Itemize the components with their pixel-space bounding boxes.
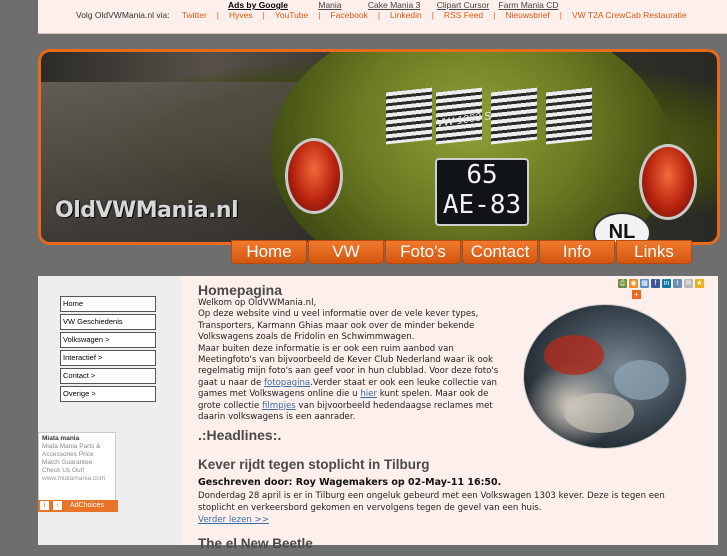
featured-round-image [523, 304, 687, 449]
favorite-icon[interactable]: ★ [695, 279, 704, 288]
follow-linkedin-link[interactable]: Linkedin [390, 10, 422, 20]
follow-crewcab-link[interactable]: VW T2A CrewCab Restauratie [572, 10, 687, 20]
twitter-icon[interactable]: t [673, 279, 682, 288]
sidebar-item-volkswagen[interactable]: Volkswagen > [60, 332, 156, 348]
separator: | [318, 10, 321, 20]
email-icon[interactable]: ✉ [684, 279, 693, 288]
facebook-icon[interactable]: f [651, 279, 660, 288]
ads-by-google-label[interactable]: Ads by Google [228, 0, 288, 10]
share-more-icon[interactable]: + [632, 290, 641, 299]
separator: | [377, 10, 381, 20]
follow-twitter-link[interactable]: Twitter [182, 10, 207, 20]
article-byline: Geschreven door: Roy Wagemakers op 02-Ma… [198, 477, 502, 489]
left-sidebar: Home VW Geschiedenis Volkswagen > Intera… [38, 276, 181, 545]
read-more-link[interactable]: Verder lezen >> [198, 515, 698, 525]
header-banner: VW 1303 S 65 AE-83 NL OldVWMania.nl [38, 49, 720, 245]
engine-grill-mid-right [491, 87, 537, 145]
fotopagina-link[interactable]: fotopagina [264, 378, 310, 388]
side-ad-url[interactable]: www.miatamania.com [42, 475, 112, 483]
linkedin-icon[interactable]: in [662, 279, 671, 288]
nav-tab-home[interactable]: Home [231, 240, 307, 264]
ad-link-farm-mania[interactable]: Farm Mania CD [499, 0, 559, 10]
image-car-blue [614, 360, 669, 400]
nav-tab-contact[interactable]: Contact [462, 240, 538, 264]
tail-light-left [285, 138, 343, 214]
google-ads-row: Ads by Google Mania Cake Mania 3 Clipart… [228, 0, 573, 10]
separator: | [493, 10, 496, 20]
nav-tab-info[interactable]: Info [539, 240, 615, 264]
ad-link-clipart-cursor[interactable]: Clipart Cursor [437, 0, 489, 10]
nav-tab-vw[interactable]: VW [308, 240, 384, 264]
intro-paragraph-1: Welkom op OldVWMania.nl, Op deze website… [198, 298, 479, 343]
sidebar-item-contact[interactable]: Contact > [60, 368, 156, 384]
tail-light-right [639, 144, 697, 220]
license-plate: 65 AE-83 [435, 158, 529, 226]
image-car-red [544, 335, 604, 375]
separator: | [559, 10, 562, 20]
sidebar-menu: Home VW Geschiedenis Volkswagen > Intera… [60, 296, 156, 404]
plate-line-2: AE-83 [442, 190, 522, 220]
follow-label: Volg OldVWMania.nl via: [76, 10, 170, 20]
hier-link[interactable]: hier [360, 389, 377, 399]
sidebar-item-vw-geschiedenis[interactable]: VW Geschiedenis [60, 314, 156, 330]
follow-links-row: Volg OldVWMania.nl via: Twitter | Hyves | Yo… [76, 10, 687, 20]
ad-info-icon[interactable]: i [40, 501, 49, 510]
nav-tab-fotos[interactable]: Foto's [385, 240, 461, 264]
sidebar-item-interactief[interactable]: Interactief > [60, 350, 156, 366]
image-car-cream [564, 393, 634, 433]
adchoices-label[interactable]: AdChoices [70, 502, 104, 509]
follow-newsletter-link[interactable]: Nieuwsbrief [505, 10, 549, 20]
adchoices-bar[interactable]: i › AdChoices [38, 500, 118, 512]
separator: | [216, 10, 220, 20]
engine-grill-right [546, 87, 592, 145]
article-text: Donderdag 28 april is er in Tilburg een … [198, 491, 665, 514]
print-icon[interactable]: ⎙ [618, 279, 627, 288]
ad-close-icon[interactable]: › [53, 501, 62, 510]
sidebar-item-home[interactable]: Home [60, 296, 156, 312]
filmpjes-link[interactable]: filmpjes [262, 401, 296, 411]
follow-hyves-link[interactable]: Hyves [229, 10, 253, 20]
top-bar: Ads by Google Mania Cake Mania 3 Clipart… [38, 0, 727, 34]
rss-icon[interactable]: ◉ [629, 279, 638, 288]
article-title[interactable]: Kever rijdt tegen stoplicht in Tilburg [198, 457, 698, 472]
follow-rss-link[interactable]: RSS Feed [444, 10, 483, 20]
intro-text: Welkom op OldVWMania.nl, Op deze website… [198, 298, 503, 423]
article-title-2[interactable]: The el New Beetle [198, 536, 698, 551]
side-ad-text: Miata Mania Parts & Accessories Price Ma… [42, 443, 101, 474]
main-nav: Home VW Foto's Contact Info Links [231, 240, 693, 264]
separator: | [431, 10, 434, 20]
site-logo[interactable]: OldVWMania.nl [55, 198, 239, 223]
engine-grill-left [386, 87, 432, 145]
follow-youtube-link[interactable]: YouTube [275, 10, 308, 20]
ad-link-mania[interactable]: Mania [318, 0, 341, 10]
nav-tab-links[interactable]: Links [616, 240, 692, 264]
ad-link-cake-mania[interactable]: Cake Mania 3 [368, 0, 420, 10]
separator: | [262, 10, 265, 20]
plate-line-1: 65 [466, 160, 498, 190]
follow-facebook-link[interactable]: Facebook [330, 10, 367, 20]
side-ad-title[interactable]: Miata mania [42, 435, 112, 443]
content-panel: Home VW Geschiedenis Volkswagen > Intera… [38, 276, 718, 551]
delicious-icon[interactable]: ▦ [640, 279, 649, 288]
sidebar-item-overige[interactable]: Overige > [60, 386, 156, 402]
